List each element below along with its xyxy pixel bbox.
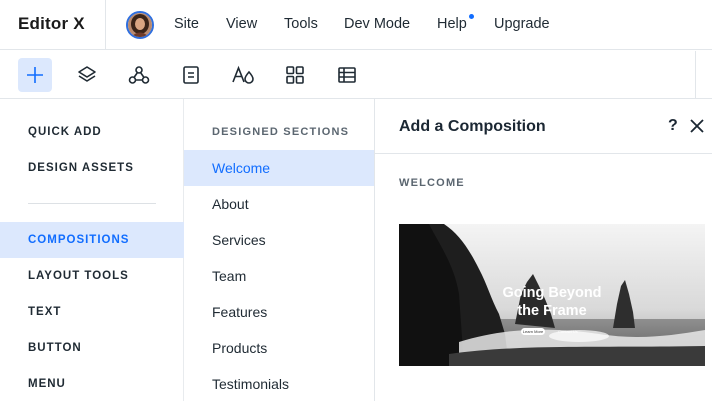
menu-help[interactable]: Help xyxy=(437,16,467,32)
category-label: QUICK ADD xyxy=(28,126,102,138)
menu-dev-mode[interactable]: Dev Mode xyxy=(344,16,410,32)
panel-header: Add a Composition ? xyxy=(375,99,712,154)
section-label: Products xyxy=(212,340,268,356)
theme-button[interactable] xyxy=(226,58,260,92)
user-photo-icon xyxy=(128,13,152,37)
composition-group-heading: WELCOME xyxy=(399,177,465,189)
divider xyxy=(28,203,156,204)
divider xyxy=(105,0,106,50)
menu-upgrade[interactable]: Upgrade xyxy=(494,16,550,32)
pages-icon xyxy=(183,66,199,84)
plus-icon xyxy=(27,67,43,83)
theme-icon xyxy=(232,65,254,84)
add-composition-panel: Add a Composition ? WELCOME Going Beyond… xyxy=(375,99,712,401)
thumbnail-link: Contact Us xyxy=(558,329,578,334)
pages-button[interactable] xyxy=(174,58,208,92)
layers-button[interactable] xyxy=(70,58,104,92)
composition-thumbnail[interactable]: Going Beyond the Frame Learn More Contac… xyxy=(399,224,705,366)
section-label: Testimonials xyxy=(212,376,290,392)
headline-line: the Frame xyxy=(517,303,587,319)
section-label: Services xyxy=(212,232,266,248)
logo-mark: X xyxy=(73,14,85,33)
thumbnail-cta: Learn More xyxy=(521,328,545,335)
section-item-products[interactable]: Products xyxy=(184,330,374,366)
category-button[interactable]: BUTTON xyxy=(0,330,184,366)
layers-icon xyxy=(78,66,96,82)
thumbnail-headline: Going Beyond the Frame xyxy=(399,284,705,320)
add-categories-panel: QUICK ADD DESIGN ASSETS COMPOSITIONS LAY… xyxy=(0,99,184,401)
category-compositions[interactable]: COMPOSITIONS xyxy=(0,222,184,258)
section-label: Team xyxy=(212,268,247,284)
top-menu-bar: Editor X Site View Tools Dev Mode Help U… xyxy=(0,0,712,50)
table-icon xyxy=(338,67,356,83)
menu-view[interactable]: View xyxy=(226,16,257,32)
category-text[interactable]: TEXT xyxy=(0,294,184,330)
help-button[interactable]: ? xyxy=(668,117,678,135)
category-label: LAYOUT TOOLS xyxy=(28,270,129,282)
close-icon xyxy=(690,119,704,133)
section-label: About xyxy=(212,196,249,212)
section-item-team[interactable]: Team xyxy=(184,258,374,294)
editor-x-logo[interactable]: Editor X xyxy=(18,14,85,34)
add-button[interactable] xyxy=(18,58,52,92)
logo-text: Editor xyxy=(18,14,69,33)
left-toolbar xyxy=(0,51,712,99)
designed-sections-panel: DESIGNED SECTIONS Welcome About Services… xyxy=(184,99,375,401)
category-label: MENU xyxy=(28,378,66,390)
apps-connect-button[interactable] xyxy=(122,58,156,92)
menu-tools[interactable]: Tools xyxy=(284,16,318,32)
panel-title: Add a Composition xyxy=(399,118,546,135)
category-layout-tools[interactable]: LAYOUT TOOLS xyxy=(0,258,184,294)
section-item-testimonials[interactable]: Testimonials xyxy=(184,366,374,401)
section-item-welcome[interactable]: Welcome xyxy=(184,150,374,186)
category-label: DESIGN ASSETS xyxy=(28,162,134,174)
category-label: COMPOSITIONS xyxy=(28,234,130,246)
section-item-services[interactable]: Services xyxy=(184,222,374,258)
category-label: TEXT xyxy=(28,306,62,318)
section-heading: DESIGNED SECTIONS xyxy=(212,126,350,138)
avatar[interactable] xyxy=(126,11,154,39)
table-button[interactable] xyxy=(330,58,364,92)
grid-icon xyxy=(286,66,304,84)
category-design-assets[interactable]: DESIGN ASSETS xyxy=(0,150,184,186)
section-label: Welcome xyxy=(212,160,271,176)
divider xyxy=(695,51,696,99)
category-quick-add[interactable]: QUICK ADD xyxy=(0,114,184,150)
section-item-about[interactable]: About xyxy=(184,186,374,222)
section-label: Features xyxy=(212,304,268,320)
close-button[interactable] xyxy=(688,117,706,135)
category-label: BUTTON xyxy=(28,342,82,354)
menu-site[interactable]: Site xyxy=(174,16,199,32)
notification-dot xyxy=(469,14,474,19)
headline-line: Going Beyond xyxy=(502,285,602,301)
apps-connect-icon xyxy=(128,66,150,84)
category-menu[interactable]: MENU xyxy=(0,366,184,401)
grid-button[interactable] xyxy=(278,58,312,92)
section-item-features[interactable]: Features xyxy=(184,294,374,330)
